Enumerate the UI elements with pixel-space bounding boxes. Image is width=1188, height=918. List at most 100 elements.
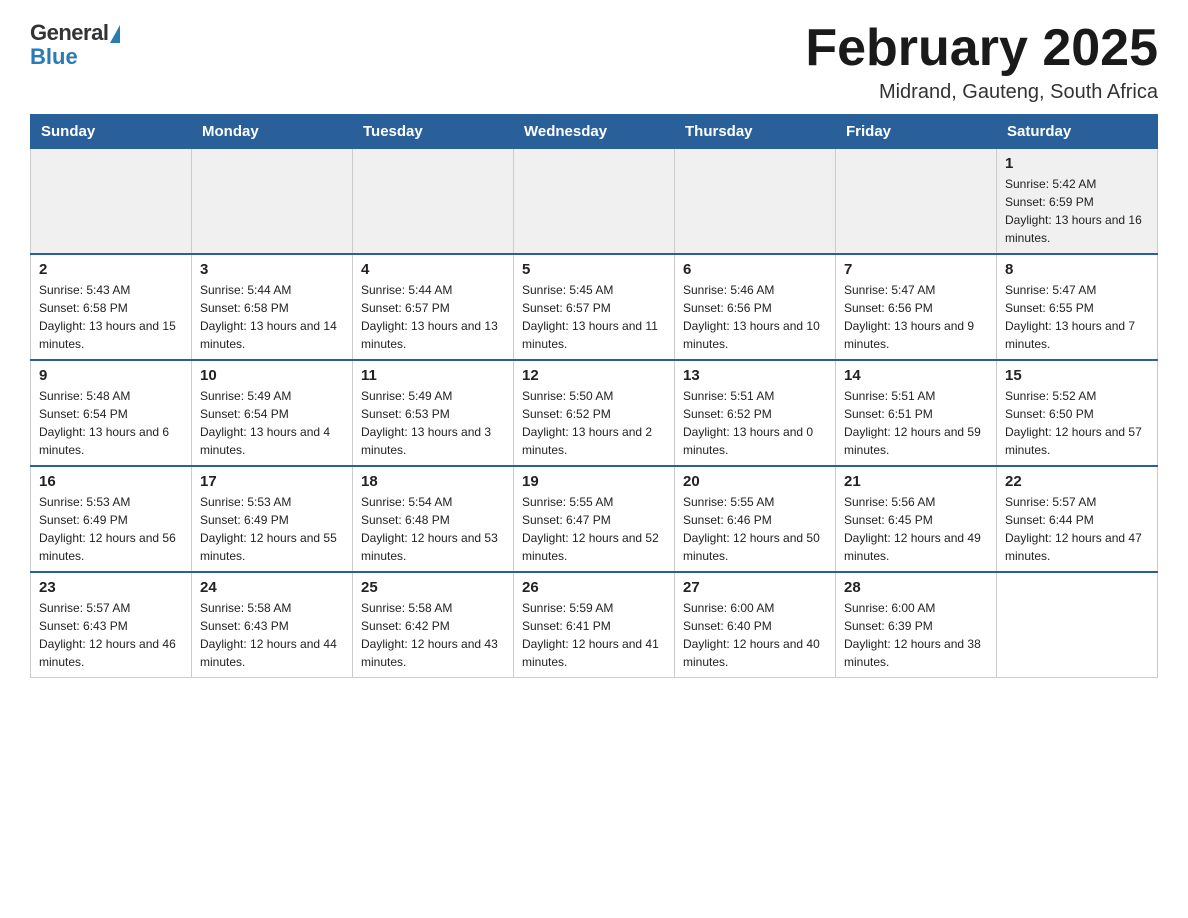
day-info: Sunrise: 5:54 AMSunset: 6:48 PMDaylight:… <box>361 493 505 565</box>
logo-blue-text: Blue <box>30 44 78 70</box>
table-row: 1 Sunrise: 5:42 AMSunset: 6:59 PMDaylight… <box>997 149 1158 255</box>
table-row: 21 Sunrise: 5:56 AMSunset: 6:45 PMDayligh… <box>836 466 997 572</box>
day-info: Sunrise: 5:55 AMSunset: 6:46 PMDaylight:… <box>683 493 827 565</box>
calendar-week-row: 16 Sunrise: 5:53 AMSunset: 6:49 PMDayligh… <box>31 466 1158 572</box>
table-row: 5 Sunrise: 5:45 AMSunset: 6:57 PMDaylight… <box>514 254 675 360</box>
table-row: 19 Sunrise: 5:55 AMSunset: 6:47 PMDayligh… <box>514 466 675 572</box>
calendar-week-row: 1 Sunrise: 5:42 AMSunset: 6:59 PMDaylight… <box>31 149 1158 255</box>
table-row: 13 Sunrise: 5:51 AMSunset: 6:52 PMDayligh… <box>675 360 836 466</box>
logo-triangle-icon <box>110 25 120 43</box>
table-row: 4 Sunrise: 5:44 AMSunset: 6:57 PMDaylight… <box>353 254 514 360</box>
day-info: Sunrise: 5:44 AMSunset: 6:57 PMDaylight:… <box>361 281 505 353</box>
table-row: 20 Sunrise: 5:55 AMSunset: 6:46 PMDayligh… <box>675 466 836 572</box>
day-info: Sunrise: 5:52 AMSunset: 6:50 PMDaylight:… <box>1005 387 1149 459</box>
table-row: 23 Sunrise: 5:57 AMSunset: 6:43 PMDayligh… <box>31 572 192 678</box>
table-row: 9 Sunrise: 5:48 AMSunset: 6:54 PMDaylight… <box>31 360 192 466</box>
day-number: 15 <box>1005 367 1149 384</box>
day-info: Sunrise: 5:46 AMSunset: 6:56 PMDaylight:… <box>683 281 827 353</box>
col-wednesday: Wednesday <box>514 115 675 149</box>
table-row: 18 Sunrise: 5:54 AMSunset: 6:48 PMDayligh… <box>353 466 514 572</box>
table-row: 15 Sunrise: 5:52 AMSunset: 6:50 PMDayligh… <box>997 360 1158 466</box>
table-row <box>997 572 1158 678</box>
day-info: Sunrise: 5:58 AMSunset: 6:42 PMDaylight:… <box>361 599 505 671</box>
day-number: 1 <box>1005 155 1149 172</box>
day-number: 6 <box>683 261 827 278</box>
day-info: Sunrise: 5:51 AMSunset: 6:51 PMDaylight:… <box>844 387 988 459</box>
table-row: 12 Sunrise: 5:50 AMSunset: 6:52 PMDayligh… <box>514 360 675 466</box>
day-number: 12 <box>522 367 666 384</box>
day-info: Sunrise: 5:47 AMSunset: 6:55 PMDaylight:… <box>1005 281 1149 353</box>
table-row: 8 Sunrise: 5:47 AMSunset: 6:55 PMDaylight… <box>997 254 1158 360</box>
day-number: 27 <box>683 579 827 596</box>
col-tuesday: Tuesday <box>353 115 514 149</box>
day-number: 22 <box>1005 473 1149 490</box>
day-number: 14 <box>844 367 988 384</box>
day-number: 26 <box>522 579 666 596</box>
day-number: 20 <box>683 473 827 490</box>
table-row: 16 Sunrise: 5:53 AMSunset: 6:49 PMDayligh… <box>31 466 192 572</box>
day-number: 24 <box>200 579 344 596</box>
table-row: 14 Sunrise: 5:51 AMSunset: 6:51 PMDayligh… <box>836 360 997 466</box>
day-number: 25 <box>361 579 505 596</box>
table-row: 17Sunrise: 5:53 AMSunset: 6:49 PMDayligh… <box>192 466 353 572</box>
day-info: Sunrise: 5:49 AMSunset: 6:54 PMDaylight:… <box>200 387 344 459</box>
day-info: Sunrise: 5:55 AMSunset: 6:47 PMDaylight:… <box>522 493 666 565</box>
table-row: 6 Sunrise: 5:46 AMSunset: 6:56 PMDaylight… <box>675 254 836 360</box>
calendar-week-row: 9 Sunrise: 5:48 AMSunset: 6:54 PMDaylight… <box>31 360 1158 466</box>
day-info: Sunrise: 5:59 AMSunset: 6:41 PMDaylight:… <box>522 599 666 671</box>
logo-general-text: General <box>30 20 108 46</box>
location: Midrand, Gauteng, South Africa <box>805 81 1158 104</box>
day-info: Sunrise: 5:58 AMSunset: 6:43 PMDaylight:… <box>200 599 344 671</box>
day-number: 10 <box>200 367 344 384</box>
table-row <box>192 149 353 255</box>
day-number: 3 <box>200 261 344 278</box>
day-number: 13 <box>683 367 827 384</box>
title-area: February 2025 Midrand, Gauteng, South Af… <box>805 20 1158 104</box>
table-row: 28 Sunrise: 6:00 AMSunset: 6:39 PMDayligh… <box>836 572 997 678</box>
table-row <box>353 149 514 255</box>
day-info: Sunrise: 5:48 AMSunset: 6:54 PMDaylight:… <box>39 387 183 459</box>
month-title: February 2025 <box>805 20 1158 77</box>
day-number: 18 <box>361 473 505 490</box>
day-number: 2 <box>39 261 183 278</box>
table-row: 10 Sunrise: 5:49 AMSunset: 6:54 PMDayligh… <box>192 360 353 466</box>
day-info: Sunrise: 6:00 AMSunset: 6:40 PMDaylight:… <box>683 599 827 671</box>
day-info: Sunrise: 5:42 AMSunset: 6:59 PMDaylight:… <box>1005 175 1149 247</box>
day-info: Sunrise: 5:45 AMSunset: 6:57 PMDaylight:… <box>522 281 666 353</box>
table-row: 25 Sunrise: 5:58 AMSunset: 6:42 PMDayligh… <box>353 572 514 678</box>
day-info: Sunrise: 5:50 AMSunset: 6:52 PMDaylight:… <box>522 387 666 459</box>
day-number: 16 <box>39 473 183 490</box>
calendar-table: Sunday Monday Tuesday Wednesday Thursday… <box>30 114 1158 678</box>
calendar-week-row: 2 Sunrise: 5:43 AMSunset: 6:58 PMDaylight… <box>31 254 1158 360</box>
table-row: 26 Sunrise: 5:59 AMSunset: 6:41 PMDayligh… <box>514 572 675 678</box>
table-row <box>514 149 675 255</box>
table-row: 11 Sunrise: 5:49 AMSunset: 6:53 PMDayligh… <box>353 360 514 466</box>
day-number: 11 <box>361 367 505 384</box>
day-number: 8 <box>1005 261 1149 278</box>
day-info: Sunrise: 5:53 AMSunset: 6:49 PMDaylight:… <box>39 493 183 565</box>
col-monday: Monday <box>192 115 353 149</box>
day-info: Sunrise: 5:49 AMSunset: 6:53 PMDaylight:… <box>361 387 505 459</box>
day-number: 5 <box>522 261 666 278</box>
day-info: Sunrise: 5:56 AMSunset: 6:45 PMDaylight:… <box>844 493 988 565</box>
day-number: 9 <box>39 367 183 384</box>
calendar-header-row: Sunday Monday Tuesday Wednesday Thursday… <box>31 115 1158 149</box>
table-row: 27 Sunrise: 6:00 AMSunset: 6:40 PMDayligh… <box>675 572 836 678</box>
day-info: Sunrise: 5:43 AMSunset: 6:58 PMDaylight:… <box>39 281 183 353</box>
day-number: 28 <box>844 579 988 596</box>
page-header: General Blue February 2025 Midrand, Gaut… <box>30 20 1158 104</box>
day-info: Sunrise: 5:44 AMSunset: 6:58 PMDaylight:… <box>200 281 344 353</box>
col-friday: Friday <box>836 115 997 149</box>
day-number: 21 <box>844 473 988 490</box>
table-row: 2 Sunrise: 5:43 AMSunset: 6:58 PMDaylight… <box>31 254 192 360</box>
day-info: Sunrise: 5:57 AMSunset: 6:43 PMDaylight:… <box>39 599 183 671</box>
col-sunday: Sunday <box>31 115 192 149</box>
day-number: 23 <box>39 579 183 596</box>
day-number: 19 <box>522 473 666 490</box>
table-row <box>31 149 192 255</box>
day-info: Sunrise: 5:53 AMSunset: 6:49 PMDaylight:… <box>200 493 344 565</box>
day-number: 7 <box>844 261 988 278</box>
day-number: 4 <box>361 261 505 278</box>
day-info: Sunrise: 5:51 AMSunset: 6:52 PMDaylight:… <box>683 387 827 459</box>
day-info: Sunrise: 6:00 AMSunset: 6:39 PMDaylight:… <box>844 599 988 671</box>
